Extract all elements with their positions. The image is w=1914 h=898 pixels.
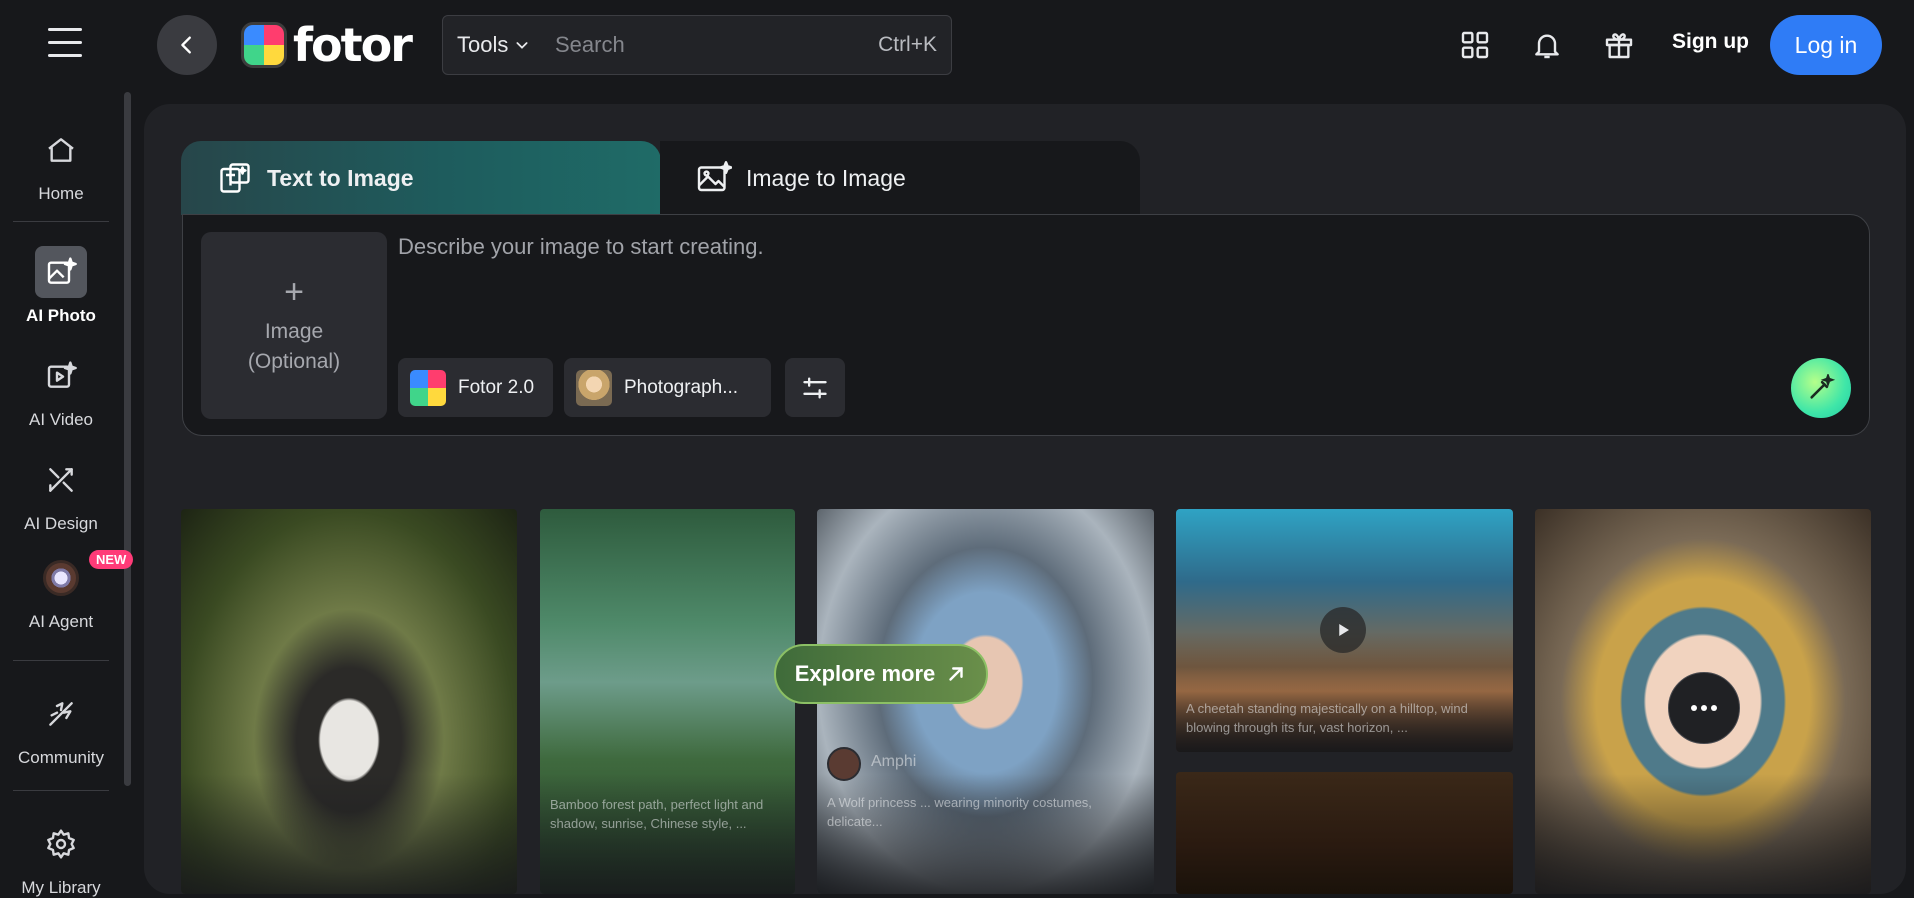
gallery-card-panda[interactable] bbox=[181, 509, 517, 894]
new-badge: NEW bbox=[89, 550, 134, 569]
notifications-button[interactable] bbox=[1527, 25, 1567, 65]
play-icon bbox=[1339, 624, 1349, 636]
apps-grid-icon bbox=[1461, 31, 1489, 59]
search-shortcut: Ctrl+K bbox=[878, 33, 937, 56]
sidebar-divider bbox=[13, 660, 109, 661]
ai-agent-icon: NEW bbox=[35, 550, 134, 604]
gallery-card-dark[interactable] bbox=[1176, 772, 1513, 894]
tools-dropdown[interactable]: Tools bbox=[443, 32, 555, 58]
model-selector[interactable]: Fotor 2.0 bbox=[398, 358, 553, 417]
settings-button[interactable] bbox=[785, 358, 845, 417]
tab-text-to-image[interactable]: Text to Image bbox=[181, 141, 661, 215]
gallery-card-bamboo[interactable]: Bamboo forest path, perfect light and sh… bbox=[540, 509, 795, 894]
sidebar-item-label: Community bbox=[18, 748, 104, 767]
sidebar-item-ai-design[interactable]: AI Design bbox=[0, 454, 122, 534]
prompt-input[interactable] bbox=[398, 227, 1698, 267]
sidebar-item-ai-video[interactable]: AI Video bbox=[0, 350, 122, 430]
avatar bbox=[827, 747, 861, 781]
explore-more-button[interactable]: Explore more bbox=[774, 644, 988, 704]
generate-button[interactable] bbox=[1791, 358, 1851, 418]
log-in-button[interactable]: Log in bbox=[1770, 15, 1882, 75]
more-options-button[interactable] bbox=[1668, 672, 1740, 744]
main-panel: Text to Image Image to Image + Image (Op… bbox=[144, 104, 1906, 894]
tab-label: Text to Image bbox=[267, 164, 414, 191]
gift-icon bbox=[1605, 33, 1633, 59]
image-upload-optional: (Optional) bbox=[247, 349, 341, 373]
sign-up-link[interactable]: Sign up bbox=[1672, 30, 1749, 54]
sidebar-item-ai-photo[interactable]: AI Photo bbox=[0, 246, 122, 326]
sidebar-item-label: Home bbox=[38, 184, 84, 203]
play-button[interactable] bbox=[1320, 607, 1366, 653]
sidebar-item-label: AI Agent bbox=[28, 612, 94, 631]
sidebar-item-ai-agent[interactable]: NEW AI Agent bbox=[0, 550, 134, 632]
author-name: Amphi bbox=[871, 753, 917, 770]
sidebar-item-label: AI Photo bbox=[26, 306, 96, 325]
ai-photo-icon bbox=[35, 246, 87, 298]
gallery-card-cheetah[interactable]: A cheetah standing majestically on a hil… bbox=[1176, 509, 1513, 752]
card-fade bbox=[817, 774, 1154, 894]
ai-design-icon bbox=[35, 454, 87, 506]
sidebar-item-home[interactable]: Home bbox=[0, 124, 122, 204]
arrow-up-right-icon bbox=[949, 667, 963, 681]
tools-label: Tools bbox=[457, 32, 509, 57]
ai-video-icon bbox=[35, 350, 87, 402]
ai-agent-orb bbox=[43, 560, 79, 596]
explore-more-label: Explore more bbox=[794, 661, 936, 686]
sliders-icon bbox=[803, 377, 827, 398]
tab-label: Image to Image bbox=[746, 164, 906, 191]
fotor-logo[interactable]: fotor bbox=[241, 18, 413, 72]
card-caption: A Wolf princess ... wearing minority cos… bbox=[827, 795, 1092, 829]
settings-gear-icon bbox=[35, 818, 87, 870]
model-label: Fotor 2.0 bbox=[458, 376, 535, 398]
menu-icon[interactable] bbox=[48, 28, 82, 62]
fotor-model-thumbnail bbox=[410, 369, 446, 406]
text-to-image-icon bbox=[220, 163, 250, 193]
image-upload-button[interactable]: + Image (Optional) bbox=[201, 232, 387, 419]
sidebar-divider bbox=[13, 221, 109, 222]
tab-image-to-image[interactable]: Image to Image bbox=[660, 141, 1140, 215]
chevron-down-icon bbox=[516, 42, 528, 49]
image-upload-label: Image bbox=[264, 319, 324, 343]
prompt-box: + Image (Optional) Fotor 2.0 Photograph.… bbox=[182, 214, 1870, 436]
logo-text: fotor bbox=[293, 18, 413, 72]
community-icon bbox=[35, 688, 87, 740]
apps-grid-button[interactable] bbox=[1455, 25, 1495, 65]
sidebar-item-community[interactable]: Community bbox=[0, 688, 122, 768]
card-caption: A cheetah standing majestically on a hil… bbox=[1186, 701, 1468, 735]
search-bar: Tools Ctrl+K bbox=[442, 15, 952, 75]
sidebar-divider bbox=[13, 790, 109, 791]
gift-button[interactable] bbox=[1599, 25, 1639, 65]
back-arrow-icon bbox=[181, 36, 191, 54]
sidebar-item-label: AI Design bbox=[24, 514, 98, 533]
back-button[interactable] bbox=[157, 15, 217, 75]
sidebar-item-label: AI Video bbox=[29, 410, 93, 429]
style-selector[interactable]: Photograph... bbox=[564, 358, 771, 417]
search-input[interactable] bbox=[555, 16, 879, 74]
sidebar-item-my-library[interactable]: My Library bbox=[0, 818, 122, 898]
style-label: Photograph... bbox=[624, 376, 739, 398]
image-to-image-icon bbox=[697, 161, 732, 192]
card-caption: Bamboo forest path, perfect light and sh… bbox=[550, 797, 764, 831]
home-icon bbox=[35, 124, 87, 176]
sidebar-scrollbar[interactable] bbox=[124, 92, 131, 786]
card-fade bbox=[1535, 774, 1871, 894]
card-fade bbox=[540, 774, 795, 894]
magic-wand-icon bbox=[1810, 374, 1835, 399]
style-thumbnail bbox=[576, 369, 612, 406]
top-bar: fotor Tools Ctrl+K Sign up Log in bbox=[0, 0, 1914, 90]
bell-icon bbox=[1535, 34, 1559, 59]
card-fade bbox=[181, 774, 517, 894]
more-dots-icon bbox=[1691, 705, 1717, 711]
sidebar-item-label: My Library bbox=[21, 878, 101, 897]
plus-icon: + bbox=[284, 272, 304, 311]
logo-mark bbox=[241, 22, 287, 68]
